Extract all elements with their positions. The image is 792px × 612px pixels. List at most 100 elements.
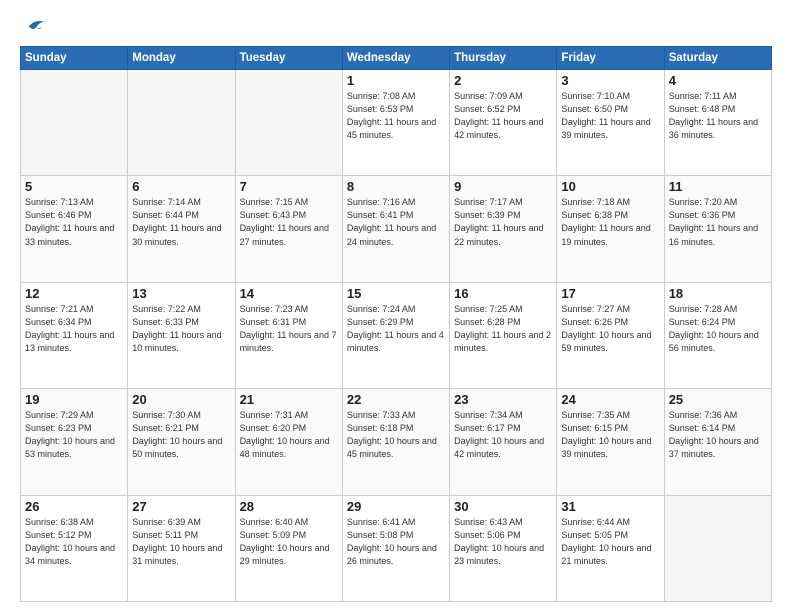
day-info: Sunrise: 7:21 AMSunset: 6:34 PMDaylight:…: [25, 303, 123, 355]
col-friday: Friday: [557, 47, 664, 70]
day-number: 6: [132, 179, 230, 194]
day-cell: 11 Sunrise: 7:20 AMSunset: 6:36 PMDayligh…: [664, 176, 771, 282]
day-info: Sunrise: 7:24 AMSunset: 6:29 PMDaylight:…: [347, 303, 445, 355]
day-info: Sunrise: 6:39 AMSunset: 5:11 PMDaylight:…: [132, 516, 230, 568]
day-cell: 20 Sunrise: 7:30 AMSunset: 6:21 PMDayligh…: [128, 389, 235, 495]
calendar-page: Sunday Monday Tuesday Wednesday Thursday…: [0, 0, 792, 612]
day-number: 29: [347, 499, 445, 514]
day-cell: 2Sunrise: 7:09 AMSunset: 6:52 PMDaylight…: [450, 70, 557, 176]
day-cell: 17 Sunrise: 7:27 AMSunset: 6:26 PMDayligh…: [557, 282, 664, 388]
day-cell: 16 Sunrise: 7:25 AMSunset: 6:28 PMDayligh…: [450, 282, 557, 388]
day-info: Sunrise: 7:11 AMSunset: 6:48 PMDaylight:…: [669, 90, 767, 142]
day-cell: 27 Sunrise: 6:39 AMSunset: 5:11 PMDayligh…: [128, 495, 235, 601]
week-row-5: 26Sunrise: 6:38 AMSunset: 5:12 PMDayligh…: [21, 495, 772, 601]
week-row-3: 12Sunrise: 7:21 AMSunset: 6:34 PMDayligh…: [21, 282, 772, 388]
day-info: Sunrise: 7:22 AMSunset: 6:33 PMDaylight:…: [132, 303, 230, 355]
day-number: 3: [561, 73, 659, 88]
day-info: Sunrise: 7:30 AMSunset: 6:21 PMDaylight:…: [132, 409, 230, 461]
day-cell: 23 Sunrise: 7:34 AMSunset: 6:17 PMDayligh…: [450, 389, 557, 495]
day-cell: 4 Sunrise: 7:11 AMSunset: 6:48 PMDaylight…: [664, 70, 771, 176]
calendar-table: Sunday Monday Tuesday Wednesday Thursday…: [20, 46, 772, 602]
day-number: 11: [669, 179, 767, 194]
day-cell: 21Sunrise: 7:31 AMSunset: 6:20 PMDayligh…: [235, 389, 342, 495]
day-info: Sunrise: 7:34 AMSunset: 6:17 PMDaylight:…: [454, 409, 552, 461]
day-info: Sunrise: 6:43 AMSunset: 5:06 PMDaylight:…: [454, 516, 552, 568]
logo: [20, 16, 45, 36]
day-info: Sunrise: 7:14 AMSunset: 6:44 PMDaylight:…: [132, 196, 230, 248]
col-sunday: Sunday: [21, 47, 128, 70]
day-cell: [128, 70, 235, 176]
day-cell: 13 Sunrise: 7:22 AMSunset: 6:33 PMDayligh…: [128, 282, 235, 388]
day-cell: [235, 70, 342, 176]
day-info: Sunrise: 7:13 AMSunset: 6:46 PMDaylight:…: [25, 196, 123, 248]
day-number: 21: [240, 392, 338, 407]
day-info: Sunrise: 7:29 AMSunset: 6:23 PMDaylight:…: [25, 409, 123, 461]
day-number: 10: [561, 179, 659, 194]
day-info: Sunrise: 6:44 AMSunset: 5:05 PMDaylight:…: [561, 516, 659, 568]
day-number: 17: [561, 286, 659, 301]
day-cell: 24 Sunrise: 7:35 AMSunset: 6:15 PMDayligh…: [557, 389, 664, 495]
day-info: Sunrise: 7:36 AMSunset: 6:14 PMDaylight:…: [669, 409, 767, 461]
day-cell: 28Sunrise: 6:40 AMSunset: 5:09 PMDayligh…: [235, 495, 342, 601]
day-info: Sunrise: 7:35 AMSunset: 6:15 PMDaylight:…: [561, 409, 659, 461]
day-cell: 30Sunrise: 6:43 AMSunset: 5:06 PMDayligh…: [450, 495, 557, 601]
col-thursday: Thursday: [450, 47, 557, 70]
day-cell: 18 Sunrise: 7:28 AMSunset: 6:24 PMDayligh…: [664, 282, 771, 388]
col-tuesday: Tuesday: [235, 47, 342, 70]
col-monday: Monday: [128, 47, 235, 70]
logo-bird-icon: [23, 16, 45, 38]
day-cell: [21, 70, 128, 176]
day-info: Sunrise: 7:23 AMSunset: 6:31 PMDaylight:…: [240, 303, 338, 355]
day-number: 14: [240, 286, 338, 301]
day-number: 31: [561, 499, 659, 514]
day-info: Sunrise: 7:18 AMSunset: 6:38 PMDaylight:…: [561, 196, 659, 248]
day-info: Sunrise: 7:16 AMSunset: 6:41 PMDaylight:…: [347, 196, 445, 248]
day-info: Sunrise: 7:27 AMSunset: 6:26 PMDaylight:…: [561, 303, 659, 355]
day-info: Sunrise: 7:08 AMSunset: 6:53 PMDaylight:…: [347, 90, 445, 142]
day-number: 24: [561, 392, 659, 407]
day-cell: 6 Sunrise: 7:14 AMSunset: 6:44 PMDaylight…: [128, 176, 235, 282]
day-number: 5: [25, 179, 123, 194]
day-cell: 7Sunrise: 7:15 AMSunset: 6:43 PMDaylight…: [235, 176, 342, 282]
day-number: 27: [132, 499, 230, 514]
day-number: 20: [132, 392, 230, 407]
header: [20, 16, 772, 36]
day-number: 1: [347, 73, 445, 88]
day-cell: 10 Sunrise: 7:18 AMSunset: 6:38 PMDayligh…: [557, 176, 664, 282]
day-info: Sunrise: 6:38 AMSunset: 5:12 PMDaylight:…: [25, 516, 123, 568]
day-number: 23: [454, 392, 552, 407]
day-cell: [664, 495, 771, 601]
day-info: Sunrise: 7:15 AMSunset: 6:43 PMDaylight:…: [240, 196, 338, 248]
day-cell: 12Sunrise: 7:21 AMSunset: 6:34 PMDayligh…: [21, 282, 128, 388]
day-number: 28: [240, 499, 338, 514]
day-info: Sunrise: 7:10 AMSunset: 6:50 PMDaylight:…: [561, 90, 659, 142]
day-cell: 8 Sunrise: 7:16 AMSunset: 6:41 PMDaylight…: [342, 176, 449, 282]
day-number: 13: [132, 286, 230, 301]
day-number: 18: [669, 286, 767, 301]
day-number: 4: [669, 73, 767, 88]
day-info: Sunrise: 6:41 AMSunset: 5:08 PMDaylight:…: [347, 516, 445, 568]
day-info: Sunrise: 7:25 AMSunset: 6:28 PMDaylight:…: [454, 303, 552, 355]
day-cell: 19Sunrise: 7:29 AMSunset: 6:23 PMDayligh…: [21, 389, 128, 495]
day-cell: 31 Sunrise: 6:44 AMSunset: 5:05 PMDayligh…: [557, 495, 664, 601]
day-cell: 15 Sunrise: 7:24 AMSunset: 6:29 PMDayligh…: [342, 282, 449, 388]
day-cell: 29 Sunrise: 6:41 AMSunset: 5:08 PMDayligh…: [342, 495, 449, 601]
week-row-4: 19Sunrise: 7:29 AMSunset: 6:23 PMDayligh…: [21, 389, 772, 495]
day-number: 8: [347, 179, 445, 194]
week-row-2: 5 Sunrise: 7:13 AMSunset: 6:46 PMDaylight…: [21, 176, 772, 282]
day-number: 9: [454, 179, 552, 194]
day-cell: 26Sunrise: 6:38 AMSunset: 5:12 PMDayligh…: [21, 495, 128, 601]
day-cell: 5 Sunrise: 7:13 AMSunset: 6:46 PMDaylight…: [21, 176, 128, 282]
col-wednesday: Wednesday: [342, 47, 449, 70]
day-number: 15: [347, 286, 445, 301]
day-cell: 9 Sunrise: 7:17 AMSunset: 6:39 PMDaylight…: [450, 176, 557, 282]
day-number: 22: [347, 392, 445, 407]
day-cell: 3 Sunrise: 7:10 AMSunset: 6:50 PMDaylight…: [557, 70, 664, 176]
day-info: Sunrise: 7:28 AMSunset: 6:24 PMDaylight:…: [669, 303, 767, 355]
day-number: 16: [454, 286, 552, 301]
day-info: Sunrise: 7:17 AMSunset: 6:39 PMDaylight:…: [454, 196, 552, 248]
col-saturday: Saturday: [664, 47, 771, 70]
day-header-row: Sunday Monday Tuesday Wednesday Thursday…: [21, 47, 772, 70]
day-info: Sunrise: 7:20 AMSunset: 6:36 PMDaylight:…: [669, 196, 767, 248]
day-cell: 22Sunrise: 7:33 AMSunset: 6:18 PMDayligh…: [342, 389, 449, 495]
